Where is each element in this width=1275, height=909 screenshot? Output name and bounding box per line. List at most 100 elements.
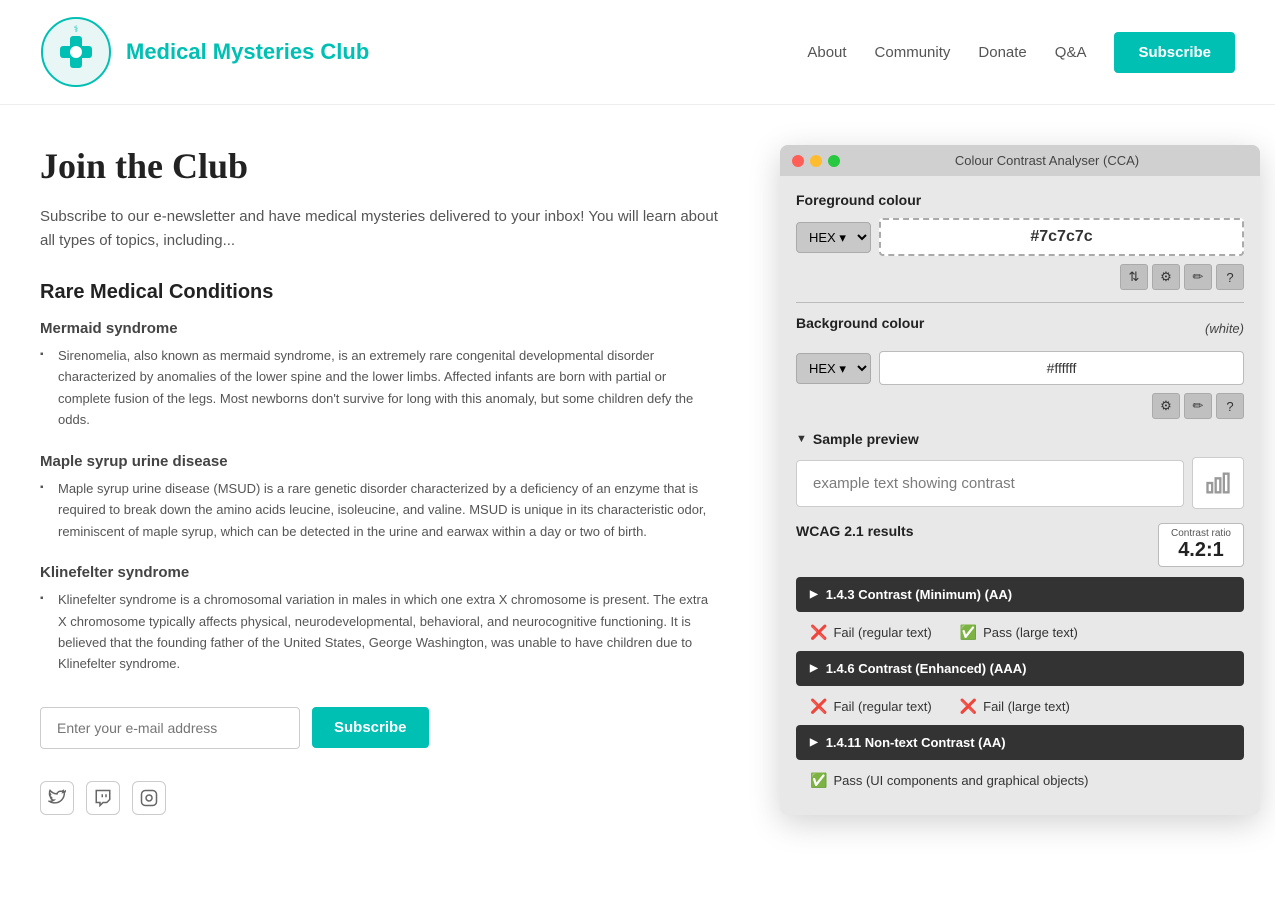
bg-white-label: (white) <box>1205 321 1244 336</box>
window-close-button[interactable] <box>792 155 804 167</box>
condition-klinefelter: Klinefelter syndrome Klinefelter syndrom… <box>40 564 720 675</box>
fail-icon-0-0: ❌ <box>810 624 827 641</box>
sample-preview-label: Sample preview <box>813 431 919 447</box>
condition-title-2: Klinefelter syndrome <box>40 564 720 581</box>
bg-header-row: Background colour (white) <box>796 315 1244 341</box>
bg-adjust-icon[interactable]: ⚙ <box>1152 393 1180 419</box>
sample-text: example text showing contrast <box>813 475 1015 492</box>
wcag-result-row-1: ❌ Fail (regular text) ❌ Fail (large text… <box>796 690 1244 725</box>
sample-preview-header[interactable]: ▼ Sample preview <box>796 431 1244 447</box>
main-subscribe-button[interactable]: Subscribe <box>312 707 429 748</box>
section-title: Rare Medical Conditions <box>40 281 720 304</box>
twitter-icon[interactable] <box>40 781 74 815</box>
cca-title: Colour Contrast Analyser (CCA) <box>846 153 1248 168</box>
nav-about[interactable]: About <box>807 44 846 61</box>
condition-maple: Maple syrup urine disease Maple syrup ur… <box>40 453 720 542</box>
sample-preview-area: example text showing contrast <box>796 457 1244 509</box>
left-column: Join the Club Subscribe to our e-newslet… <box>40 145 720 815</box>
bg-format-select[interactable]: HEX ▾ <box>796 353 871 384</box>
condition-title-0: Mermaid syndrome <box>40 320 720 337</box>
condition-mermaid: Mermaid syndrome Sirenomelia, also known… <box>40 320 720 431</box>
wcag-result-1-1: ❌ Fail (large text) <box>960 698 1070 715</box>
instagram-icon[interactable] <box>132 781 166 815</box>
bg-label: Background colour <box>796 315 924 331</box>
nav-community[interactable]: Community <box>875 44 951 61</box>
cca-titlebar: Colour Contrast Analyser (CCA) <box>780 145 1260 176</box>
contrast-ratio-value: 4.2:1 <box>1171 539 1231 562</box>
wcag-result-0-0: ❌ Fail (regular text) <box>810 624 932 641</box>
condition-desc-2: Klinefelter syndrome is a chromosomal va… <box>40 589 720 675</box>
wcag-result-row-0: ❌ Fail (regular text) ✅ Pass (large text… <box>796 616 1244 651</box>
fg-value-input[interactable] <box>879 218 1244 256</box>
bg-value-input[interactable] <box>879 351 1244 385</box>
fg-row: HEX ▾ <box>796 218 1244 256</box>
wcag-item-label-1: 1.4.6 Contrast (Enhanced) (AAA) <box>826 661 1027 676</box>
nav-qa[interactable]: Q&A <box>1055 44 1087 61</box>
svg-text:⚕: ⚕ <box>74 24 79 34</box>
bg-tool-icons: ⚙ ✏ ? <box>796 393 1244 419</box>
fg-swap-icon[interactable]: ⇅ <box>1120 264 1148 290</box>
condition-desc-1: Maple syrup urine disease (MSUD) is a ra… <box>40 478 720 542</box>
right-column: Colour Contrast Analyser (CCA) Foregroun… <box>780 145 1260 815</box>
header-subscribe-button[interactable]: Subscribe <box>1114 32 1235 73</box>
bg-eyedropper-icon[interactable]: ✏ <box>1184 393 1212 419</box>
pass-icon-0-1: ✅ <box>960 624 977 641</box>
email-row: Subscribe <box>40 707 720 749</box>
wcag-item-14411[interactable]: ▶ 1.4.11 Non-text Contrast (AA) <box>796 725 1244 760</box>
twitch-icon[interactable] <box>86 781 120 815</box>
pass-icon-2-0: ✅ <box>810 772 827 789</box>
main-content: Join the Club Subscribe to our e-newslet… <box>0 105 1275 855</box>
email-input[interactable] <box>40 707 300 749</box>
divider <box>796 302 1244 303</box>
chart-icon <box>1204 469 1232 497</box>
site-title: Medical Mysteries Club <box>126 39 369 65</box>
wcag-header-row: WCAG 2.1 results Contrast ratio 4.2:1 <box>796 523 1244 567</box>
wcag-result-0-1: ✅ Pass (large text) <box>960 624 1078 641</box>
fg-format-select[interactable]: HEX ▾ <box>796 222 871 253</box>
wcag-play-icon-1: ▶ <box>810 663 818 674</box>
contrast-ratio-title: Contrast ratio <box>1171 528 1231 539</box>
wcag-item-1443[interactable]: ▶ 1.4.3 Contrast (Minimum) (AA) <box>796 577 1244 612</box>
bg-row: HEX ▾ <box>796 351 1244 385</box>
fail-icon-1-0: ❌ <box>810 698 827 715</box>
nav-donate[interactable]: Donate <box>978 44 1026 61</box>
wcag-result-row-2: ✅ Pass (UI components and graphical obje… <box>796 764 1244 799</box>
preview-triangle-icon: ▼ <box>796 433 807 445</box>
fg-label: Foreground colour <box>796 192 1244 208</box>
sample-text-box: example text showing contrast <box>796 460 1184 507</box>
chart-icon-box[interactable] <box>1192 457 1244 509</box>
bg-help-icon[interactable]: ? <box>1216 393 1244 419</box>
cca-body: Foreground colour HEX ▾ ⇅ ⚙ ✏ ? Backgrou <box>780 176 1260 815</box>
contrast-ratio-box: Contrast ratio 4.2:1 <box>1158 523 1244 567</box>
fg-tool-icons: ⇅ ⚙ ✏ ? <box>796 264 1244 290</box>
cca-window: Colour Contrast Analyser (CCA) Foregroun… <box>780 145 1260 815</box>
logo-icon: ⚕ <box>40 16 112 88</box>
fail-icon-1-1: ❌ <box>960 698 977 715</box>
wcag-play-icon-2: ▶ <box>810 737 818 748</box>
wcag-result-text-0-0: Fail (regular text) <box>833 625 931 640</box>
condition-title-1: Maple syrup urine disease <box>40 453 720 470</box>
wcag-result-2-0: ✅ Pass (UI components and graphical obje… <box>810 772 1089 789</box>
fg-eyedropper-icon[interactable]: ✏ <box>1184 264 1212 290</box>
wcag-item-label-2: 1.4.11 Non-text Contrast (AA) <box>826 735 1006 750</box>
fg-help-icon[interactable]: ? <box>1216 264 1244 290</box>
wcag-item-label-0: 1.4.3 Contrast (Minimum) (AA) <box>826 587 1012 602</box>
wcag-item-1446[interactable]: ▶ 1.4.6 Contrast (Enhanced) (AAA) <box>796 651 1244 686</box>
logo-area: ⚕ Medical Mysteries Club <box>40 16 369 88</box>
wcag-label: WCAG 2.1 results <box>796 523 913 539</box>
wcag-result-text-1-1: Fail (large text) <box>983 699 1070 714</box>
condition-desc-0: Sirenomelia, also known as mermaid syndr… <box>40 345 720 431</box>
window-maximize-button[interactable] <box>828 155 840 167</box>
wcag-result-1-0: ❌ Fail (regular text) <box>810 698 932 715</box>
wcag-play-icon-0: ▶ <box>810 589 818 600</box>
fg-adjust-icon[interactable]: ⚙ <box>1152 264 1180 290</box>
header: ⚕ Medical Mysteries Club About Community… <box>0 0 1275 105</box>
main-nav: About Community Donate Q&A Subscribe <box>807 32 1235 73</box>
page-title: Join the Club <box>40 145 720 187</box>
wcag-result-text-2-0: Pass (UI components and graphical object… <box>833 773 1088 788</box>
wcag-result-text-1-0: Fail (regular text) <box>833 699 931 714</box>
wcag-result-text-0-1: Pass (large text) <box>983 625 1078 640</box>
page-description: Subscribe to our e-newsletter and have m… <box>40 205 720 253</box>
window-minimize-button[interactable] <box>810 155 822 167</box>
social-icons <box>40 781 720 815</box>
